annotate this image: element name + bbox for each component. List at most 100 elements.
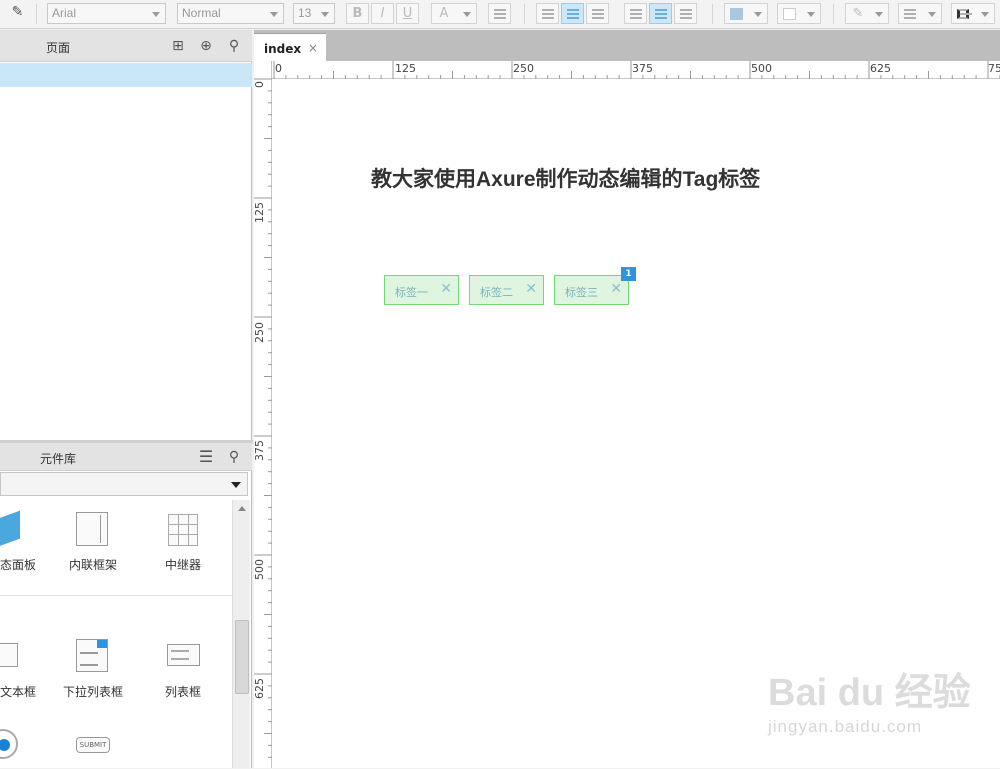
bold-icon: B — [352, 6, 363, 21]
align-bottom-icon — [680, 9, 692, 19]
widget-label: 内联框架 — [69, 558, 118, 572]
pen-icon: ✎ — [852, 6, 864, 21]
shadow-icon — [783, 8, 796, 20]
list-box-icon[interactable] — [167, 644, 200, 666]
pages-panel-title: 页面 — [46, 41, 71, 55]
align-top-icon — [630, 9, 642, 19]
italic-button[interactable]: I — [371, 3, 394, 24]
text-field-icon[interactable] — [0, 643, 18, 667]
inline-frame-icon[interactable] — [76, 512, 108, 546]
library-scrollbar[interactable] — [232, 500, 250, 768]
search-icon[interactable]: ⚲ — [226, 449, 242, 465]
bullet-list-icon — [494, 9, 506, 19]
font-style-value: Normal — [182, 6, 221, 20]
toolbar-separator — [36, 4, 37, 24]
repeater-icon[interactable] — [168, 514, 198, 546]
font-color-button[interactable]: A — [431, 3, 477, 24]
align-bottom-button[interactable] — [674, 3, 697, 24]
chevron-down-icon — [152, 12, 160, 17]
watermark-url: jingyan.baidu.com — [768, 717, 923, 736]
pages-panel-header: 页面 ⊞ ⊕ ⚲ — [0, 30, 252, 62]
ruler-label: 250 — [513, 62, 534, 75]
watermark: Bai du 经验 jingyan.baidu.com — [768, 659, 998, 769]
font-family-select[interactable]: Arial — [47, 3, 166, 24]
align-middle-button[interactable] — [649, 3, 672, 24]
tab-index[interactable]: index × — [254, 33, 326, 61]
line-style-icon — [957, 9, 972, 19]
ruler-label: 125 — [253, 202, 266, 223]
shadow-button[interactable] — [777, 3, 821, 24]
ruler-label: 625 — [253, 678, 266, 699]
line-width-button[interactable] — [898, 3, 942, 24]
align-top-button[interactable] — [624, 3, 647, 24]
chevron-down-icon — [270, 12, 278, 17]
library-select[interactable] — [0, 472, 248, 496]
ruler-label: 125 — [395, 62, 416, 75]
ruler-label: 250 — [253, 322, 266, 343]
close-icon[interactable]: ✕ — [440, 281, 452, 297]
tag-label: 标签二 — [480, 286, 513, 299]
interaction-badge[interactable]: 1 — [621, 267, 636, 281]
align-left-icon — [542, 9, 554, 19]
widget-label: 态面板 — [0, 558, 37, 572]
ruler-label: 625 — [870, 62, 891, 75]
toolbar-separator — [833, 4, 834, 24]
page-item-index[interactable] — [0, 63, 252, 87]
font-size-select[interactable]: 13 — [293, 3, 335, 24]
font-family-value: Arial — [52, 6, 77, 20]
align-middle-icon — [655, 9, 667, 19]
font-size-value: 13 — [298, 6, 312, 20]
align-right-button[interactable] — [586, 3, 609, 24]
menu-icon[interactable]: ☰ — [198, 449, 214, 465]
align-center-button[interactable] — [561, 3, 584, 24]
line-color-button[interactable]: ✎ — [845, 3, 889, 24]
ruler-label: 500 — [253, 559, 266, 580]
radio-button-icon[interactable] — [0, 729, 18, 759]
close-icon[interactable]: ✕ — [525, 281, 537, 297]
line-style-button[interactable] — [951, 3, 995, 24]
library-panel: 元件库 ☰ ⚲ 态面板 内联框架 中继器 文本框 下拉列表框 列表框 SUBMI… — [0, 443, 252, 768]
tag-label: 标签一 — [395, 286, 428, 299]
watermark-brand: Bai du 经验 — [768, 672, 971, 714]
ruler-label: 0 — [275, 62, 282, 75]
font-color-icon: A — [439, 6, 449, 21]
chevron-down-icon — [981, 12, 989, 17]
design-canvas[interactable]: 教大家使用Axure制作动态编辑的Tag标签 标签一 ✕ 标签二 ✕ 标签三 ✕… — [272, 79, 1000, 768]
page-heading[interactable]: 教大家使用Axure制作动态编辑的Tag标签 — [371, 163, 760, 193]
align-right-icon — [592, 9, 604, 19]
add-page-icon[interactable]: ⊞ — [170, 38, 186, 54]
edit-icon[interactable]: ✎ — [6, 3, 29, 24]
ruler-label: 500 — [751, 62, 772, 75]
widget-label: 列表框 — [165, 685, 202, 699]
scrollbar-thumb[interactable] — [235, 620, 249, 694]
toolbar: ✎ Arial Normal 13 B I U A ✎ — [0, 0, 1000, 29]
ruler-label: 375 — [632, 62, 653, 75]
tag-item[interactable]: 标签一 ✕ — [384, 275, 459, 305]
close-icon[interactable]: ✕ — [610, 281, 622, 297]
add-folder-icon[interactable]: ⊕ — [198, 38, 214, 54]
droplist-icon[interactable] — [76, 639, 108, 672]
dynamic-panel-icon[interactable] — [0, 510, 20, 548]
widget-label: 下拉列表框 — [63, 685, 124, 699]
tag-item[interactable]: 标签三 ✕ — [554, 275, 629, 305]
close-icon[interactable]: × — [308, 41, 318, 55]
toolbar-separator — [712, 4, 713, 24]
chevron-down-icon — [807, 12, 815, 17]
scroll-up-icon[interactable] — [238, 506, 246, 511]
fill-color-button[interactable] — [724, 3, 768, 24]
library-separator — [0, 595, 232, 596]
bold-button[interactable]: B — [346, 3, 369, 24]
tag-item[interactable]: 标签二 ✕ — [469, 275, 544, 305]
submit-button-icon[interactable]: SUBMIT — [76, 737, 110, 753]
bullet-list-button[interactable] — [488, 3, 511, 24]
library-panel-title: 元件库 — [40, 452, 77, 466]
font-style-select[interactable]: Normal — [177, 3, 284, 24]
library-panel-header: 元件库 ☰ ⚲ — [0, 443, 252, 471]
underline-icon: U — [402, 6, 413, 21]
widget-label: 中继器 — [165, 558, 202, 572]
search-icon[interactable]: ⚲ — [226, 38, 242, 54]
chevron-down-icon — [754, 12, 762, 17]
underline-button[interactable]: U — [396, 3, 419, 24]
chevron-down-icon — [875, 12, 883, 17]
align-left-button[interactable] — [536, 3, 559, 24]
